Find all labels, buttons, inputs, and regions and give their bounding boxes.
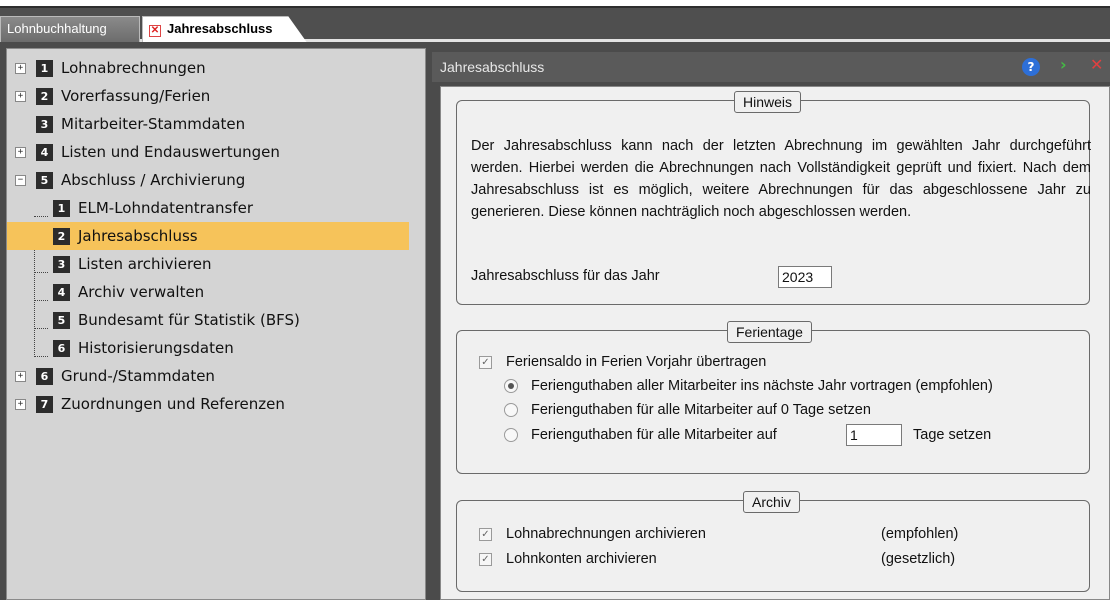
feriensaldo-checkbox[interactable]: ✓ — [479, 355, 492, 369]
lohnabrechnungen-checkbox[interactable]: ✓ — [479, 527, 492, 541]
navigation-panel: + 1 Lohnabrechnungen + 2 Vorerfassung/Fe… — [0, 42, 432, 600]
number-badge: 1 — [53, 199, 70, 217]
tab-bar: Lohnbuchhaltung ✕ Jahresabschluss — [0, 6, 1110, 44]
tree-item-mitarbeiter-stammdaten[interactable]: 3 Mitarbeiter-Stammdaten — [36, 110, 245, 138]
number-badge: 6 — [36, 367, 53, 385]
form-content: Hinweis Der Jahresabschluss kann nach de… — [440, 86, 1110, 600]
year-row: Jahresabschluss für das Jahr — [471, 268, 791, 284]
days-input[interactable]: 1 — [846, 424, 902, 446]
tree-item-bfs[interactable]: 5 Bundesamt für Statistik (BFS) — [53, 306, 300, 334]
radio-unselected[interactable] — [504, 403, 518, 417]
feriensaldo-label: Feriensaldo in Ferien Vorjahr übertragen — [506, 354, 767, 370]
hinweis-group: Hinweis Der Jahresabschluss kann nach de… — [456, 91, 1091, 305]
tree-item-label: Archiv verwalten — [78, 283, 205, 301]
year-input[interactable]: 2023 — [778, 266, 832, 288]
tab-lohnbuchhaltung[interactable]: Lohnbuchhaltung — [0, 16, 140, 44]
tree-item-abschluss-archivierung[interactable]: − 5 Abschluss / Archivierung — [15, 166, 245, 194]
tree-connector — [34, 328, 48, 329]
archiv-item-note: (empfohlen) — [881, 526, 959, 542]
tree-item-label: ELM-Lohndatentransfer — [78, 199, 254, 217]
tree-connector — [34, 216, 48, 217]
tab-jahresabschluss-label: Jahresabschluss — [167, 21, 273, 36]
hinweis-legend: Hinweis — [734, 91, 802, 113]
radio-selected[interactable] — [504, 379, 518, 393]
option-label: Ferienguthaben aller Mitarbeiter ins näc… — [531, 378, 993, 394]
expand-icon[interactable]: + — [15, 370, 26, 382]
archiv-item-note: (gesetzlich) — [881, 551, 956, 567]
feriensaldo-checkbox-row[interactable]: ✓ Feriensaldo in Ferien Vorjahr übertrag… — [479, 354, 766, 370]
tree-item-elm-lohndatentransfer[interactable]: 1 ELM-Lohndatentransfer — [53, 194, 253, 222]
tree-item-historisierungsdaten[interactable]: 6 Historisierungsdaten — [53, 334, 234, 362]
archiv-group: Archiv ✓ Lohnabrechnungen archivieren (e… — [456, 491, 1090, 592]
tree-connector — [34, 300, 48, 301]
days-suffix: Tage setzen — [913, 427, 992, 443]
number-badge: 3 — [53, 255, 70, 273]
tree-item-label: Grund-/Stammdaten — [61, 367, 215, 385]
collapse-icon[interactable]: − — [15, 174, 26, 186]
ferientage-legend: Ferientage — [727, 321, 812, 343]
panel-title: Jahresabschluss — [432, 52, 1110, 82]
archiv-legend: Archiv — [743, 491, 800, 513]
detail-panel: Jahresabschluss ? › ✕ Hinweis Der Jahres… — [432, 42, 1110, 600]
tree-item-label: Listen und Endauswertungen — [61, 143, 280, 161]
tree-item-label: Listen archivieren — [78, 255, 212, 273]
tree-item-label: Bundesamt für Statistik (BFS) — [78, 311, 300, 329]
number-badge: 1 — [36, 59, 53, 77]
hinweis-text: Der Jahresabschluss kann nach der letzte… — [471, 138, 1091, 220]
option-label: Ferienguthaben für alle Mitarbeiter auf … — [531, 402, 871, 418]
ferien-option-null[interactable]: Ferienguthaben für alle Mitarbeiter auf … — [504, 402, 871, 418]
number-badge: 6 — [53, 339, 70, 357]
tree-item-archiv-verwalten[interactable]: 4 Archiv verwalten — [53, 278, 204, 306]
tree-item-label: Vorerfassung/Ferien — [61, 87, 211, 105]
number-badge: 2 — [53, 227, 70, 245]
number-badge: 2 — [36, 87, 53, 105]
radio-unselected[interactable] — [504, 428, 518, 442]
year-label: Jahresabschluss für das Jahr — [471, 268, 660, 284]
tree-connector — [34, 272, 48, 273]
navigation-tree: + 1 Lohnabrechnungen + 2 Vorerfassung/Fe… — [6, 48, 426, 600]
archiv-item-label: Lohnkonten archivieren — [506, 551, 657, 567]
expand-icon[interactable]: + — [15, 62, 26, 74]
tree-item-label: Lohnabrechnungen — [61, 59, 206, 77]
tree-item-vorerfassung[interactable]: + 2 Vorerfassung/Ferien — [15, 82, 210, 110]
number-badge: 4 — [36, 143, 53, 161]
lohnkonten-checkbox[interactable]: ✓ — [479, 552, 492, 566]
help-icon[interactable]: ? — [1022, 58, 1040, 76]
tree-item-listen-archivieren[interactable]: 3 Listen archivieren — [53, 250, 212, 278]
expand-icon[interactable]: + — [15, 398, 26, 410]
archiv-item-label: Lohnabrechnungen archivieren — [506, 526, 706, 542]
tree-item-label: Zuordnungen und Referenzen — [61, 395, 285, 413]
tab-close-icon[interactable]: ✕ — [149, 25, 161, 37]
tree-item-grund-stammdaten[interactable]: + 6 Grund-/Stammdaten — [15, 362, 215, 390]
next-icon[interactable]: › — [1060, 55, 1067, 74]
ferien-option-tage[interactable]: Ferienguthaben für alle Mitarbeiter auf — [504, 427, 777, 443]
number-badge: 3 — [36, 115, 53, 133]
tree-item-lohnabrechnungen[interactable]: + 1 Lohnabrechnungen — [15, 54, 206, 82]
ferientage-group: Ferientage ✓ Feriensaldo in Ferien Vorja… — [456, 321, 1090, 474]
tree-item-label: Jahresabschluss — [78, 227, 198, 245]
close-icon[interactable]: ✕ — [1090, 55, 1103, 74]
tree-item-label: Abschluss / Archivierung — [61, 171, 246, 189]
archiv-row-lohnkonten[interactable]: ✓ Lohnkonten archivieren — [479, 551, 657, 567]
tree-item-zuordnungen-referenzen[interactable]: + 7 Zuordnungen und Referenzen — [15, 390, 285, 418]
ferien-option-vortragen[interactable]: Ferienguthaben aller Mitarbeiter ins näc… — [504, 378, 993, 394]
tree-item-label: Historisierungsdaten — [78, 339, 234, 357]
tab-jahresabschluss[interactable]: ✕ Jahresabschluss — [142, 16, 308, 44]
tree-item-listen-endauswertungen[interactable]: + 4 Listen und Endauswertungen — [15, 138, 280, 166]
tree-item-jahresabschluss[interactable]: 2 Jahresabschluss — [7, 222, 409, 250]
tree-connector — [34, 356, 48, 357]
number-badge: 7 — [36, 395, 53, 413]
number-badge: 5 — [36, 171, 53, 189]
archiv-row-lohnabrechnungen[interactable]: ✓ Lohnabrechnungen archivieren — [479, 526, 706, 542]
expand-icon[interactable]: + — [15, 90, 26, 102]
tree-item-label: Mitarbeiter-Stammdaten — [61, 115, 246, 133]
expand-icon[interactable]: + — [15, 146, 26, 158]
number-badge: 5 — [53, 311, 70, 329]
number-badge: 4 — [53, 283, 70, 301]
option-label: Ferienguthaben für alle Mitarbeiter auf — [531, 427, 777, 443]
